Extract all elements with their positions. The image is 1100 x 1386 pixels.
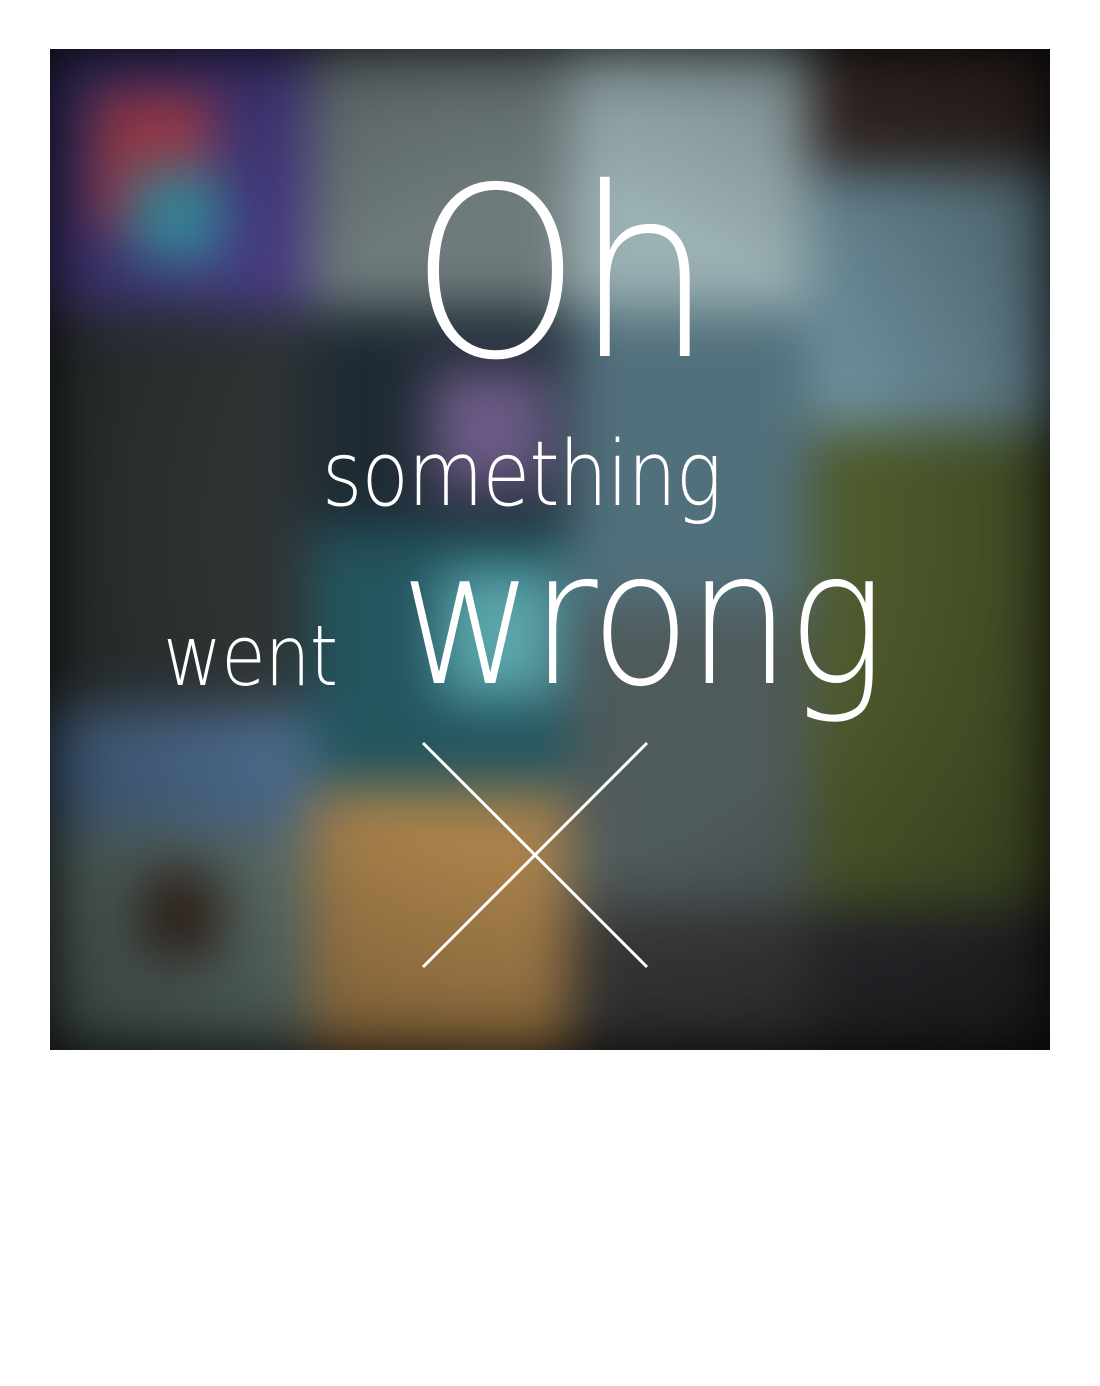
error-text-something: something xyxy=(322,422,722,527)
error-text-went: went xyxy=(163,607,338,705)
close-x-icon[interactable] xyxy=(421,741,649,969)
error-text-wrong: wrong xyxy=(400,510,886,727)
error-heading-oh: Oh xyxy=(410,137,713,412)
error-panel: Oh something went wrong xyxy=(50,49,1050,1050)
